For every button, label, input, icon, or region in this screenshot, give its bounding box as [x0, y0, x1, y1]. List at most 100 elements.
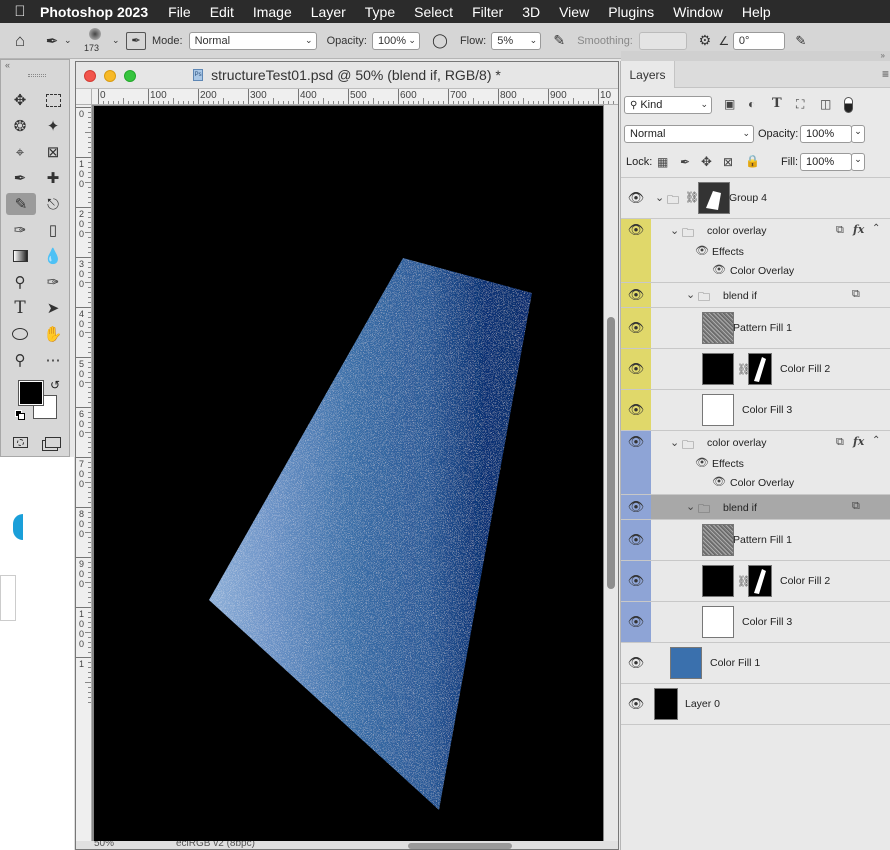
opacity-field[interactable]: 100% ⌄ [371, 31, 420, 50]
menu-file[interactable]: File [168, 4, 191, 20]
filter-pixel-icon[interactable]: ▣ [724, 97, 735, 111]
layer-row-color-fill-1[interactable]: 👁 Color Fill 1 [621, 643, 890, 684]
path-selection-tool-icon[interactable]: ➤ [40, 297, 66, 319]
default-colors-icon[interactable] [15, 410, 25, 420]
layer-row-color-fill-2b[interactable]: 👁 ⛓ Color Fill 2 [621, 561, 890, 602]
foreground-color-swatch[interactable] [18, 380, 44, 406]
brush-size-chevron-icon[interactable]: ⌄ [112, 35, 126, 46]
visibility-eye-icon[interactable]: 👁 [621, 178, 651, 218]
pen-tool-icon[interactable]: ✑ [40, 271, 66, 293]
menu-edit[interactable]: Edit [210, 4, 234, 20]
crop-tool-icon[interactable]: ⌖ [7, 141, 33, 163]
brush-preset-chevron-icon[interactable]: ⌄ [64, 35, 78, 46]
history-brush-tool-icon[interactable]: ✑ [7, 219, 33, 241]
blend-mode-select[interactable]: Normal ⌄ [624, 125, 754, 143]
vertical-scroll-thumb[interactable] [607, 317, 615, 589]
chevron-down-icon[interactable]: ⌄ [686, 500, 695, 513]
visibility-eye-icon[interactable]: 👁 [621, 520, 651, 560]
layer-row-blend-if[interactable]: 👁 ⌄ 🗀 blend if ⧉ [621, 282, 890, 308]
airbrush-icon[interactable]: ✎ [547, 32, 571, 49]
visibility-eye-icon[interactable]: 👁 [621, 561, 651, 601]
chevron-down-icon[interactable]: ⌄ [851, 153, 865, 171]
clone-stamp-tool-icon[interactable]: ⎋ [40, 193, 66, 215]
dodge-tool-icon[interactable]: ⚲ [7, 271, 33, 293]
effects-eye-icon[interactable]: 👁 [695, 244, 709, 257]
panel-collapse-bar[interactable]: » [621, 51, 890, 61]
blur-tool-icon[interactable]: 💧 [40, 245, 66, 267]
smoothing-field[interactable] [638, 31, 687, 50]
layer-row-color-overlay-2[interactable]: 👁 ⌄ 🗀 color overlay ⧉ fx ⌃ 👁 Effects 👁 C… [621, 431, 890, 494]
visibility-eye-icon[interactable]: 👁 [621, 349, 651, 389]
eyedropper-tool-icon[interactable]: ✒ [7, 167, 33, 189]
vertical-scrollbar[interactable] [604, 105, 618, 842]
marquee-tool-icon[interactable] [40, 89, 66, 111]
tools-grip[interactable] [28, 74, 46, 77]
move-tool-icon[interactable]: ✥ [7, 89, 33, 111]
fill-field[interactable]: 100% ⌄ [800, 153, 865, 171]
brush-settings-icon[interactable]: ✒ [126, 31, 146, 50]
chevron-down-icon[interactable]: ⌄ [851, 125, 865, 143]
ruler-origin[interactable] [76, 89, 92, 105]
filter-shape-icon[interactable]: ⛶ [796, 97, 804, 112]
mode-select[interactable]: Normal ⌄ [188, 31, 317, 50]
eraser-tool-icon[interactable]: ▯ [40, 219, 66, 241]
magic-wand-tool-icon[interactable]: ✦ [40, 115, 66, 137]
home-icon[interactable]: ⌂ [0, 31, 40, 51]
app-menu[interactable]: Photoshop 2023 [40, 4, 148, 20]
layer-row-blend-if-2[interactable]: 👁 ⌄ 🗀 blend if ⧉ [621, 494, 890, 520]
tab-layers[interactable]: Layers [621, 61, 675, 88]
pressure-opacity-icon[interactable]: ◯ [426, 32, 454, 49]
layer-row-pattern-fill-1[interactable]: 👁 Pattern Fill 1 [621, 308, 890, 349]
flow-field[interactable]: 5% ⌄ [491, 31, 542, 50]
layer-row-color-fill-2[interactable]: 👁 ⛓ Color Fill 2 [621, 349, 890, 390]
canvas[interactable] [94, 106, 603, 842]
filter-adjustment-icon[interactable]: ◐ [748, 97, 755, 111]
zoom-level[interactable]: 50% [94, 841, 114, 849]
visibility-eye-icon[interactable]: 👁 [621, 431, 651, 453]
visibility-eye-icon[interactable]: 👁 [621, 495, 651, 519]
menu-select[interactable]: Select [414, 4, 453, 20]
effect-eye-icon[interactable]: 👁 [712, 263, 726, 276]
chevron-down-icon[interactable]: ⌄ [670, 436, 679, 449]
zoom-tool-icon[interactable]: ⚲ [7, 349, 33, 371]
layer-row-color-fill-3b[interactable]: 👁 Color Fill 3 [621, 602, 890, 643]
panel-menu-icon[interactable]: ≡ [882, 67, 889, 81]
menu-3d[interactable]: 3D [522, 4, 540, 20]
visibility-eye-icon[interactable]: 👁 [621, 308, 651, 348]
horizontal-ruler[interactable]: 0 100 200 300 400 500 600 700 800 900 10 [92, 89, 618, 105]
layer-row-layer-0[interactable]: 👁 Layer 0 [621, 684, 890, 725]
vertical-ruler[interactable]: 0 1 0 0 2 0 0 3 0 0 4 0 0 5 0 0 6 0 0 7 0 0 8 0 … [76, 105, 92, 842]
visibility-eye-icon[interactable]: 👁 [621, 602, 651, 642]
lock-all-icon[interactable]: 🔒 [745, 154, 760, 168]
filter-toggle-icon[interactable] [844, 97, 853, 113]
layers-empty-area[interactable] [621, 725, 890, 850]
gradient-tool-icon[interactable] [7, 245, 33, 267]
lock-transparent-icon[interactable]: ▦ [657, 155, 668, 169]
menu-image[interactable]: Image [253, 4, 292, 20]
apple-menu-icon[interactable]:  [0, 3, 40, 20]
layer-opacity-field[interactable]: 100% ⌄ [800, 125, 865, 143]
fx-icon[interactable]: fx [853, 435, 864, 448]
horizontal-scroll-thumb[interactable] [408, 843, 512, 849]
tools-panel-header[interactable]: « [1, 60, 69, 72]
type-tool-icon[interactable]: T [7, 297, 33, 319]
brush-tool-icon[interactable]: ✎ [6, 193, 36, 215]
maximize-window-button[interactable] [124, 70, 136, 82]
visibility-eye-icon[interactable]: 👁 [621, 283, 651, 307]
lasso-tool-icon[interactable]: ❂ [7, 115, 33, 137]
visibility-eye-icon[interactable]: 👁 [621, 390, 651, 430]
chevron-down-icon[interactable]: ⌄ [655, 191, 664, 204]
layer-row-pattern-fill-1b[interactable]: 👁 Pattern Fill 1 [621, 520, 890, 561]
menu-plugins[interactable]: Plugins [608, 4, 654, 20]
swap-colors-icon[interactable]: ↺ [50, 378, 60, 392]
minimize-window-button[interactable] [104, 70, 116, 82]
quick-mask-icon[interactable] [7, 431, 33, 453]
frame-tool-icon[interactable]: ⊠ [40, 141, 66, 163]
chevron-down-icon[interactable]: ⌄ [670, 224, 679, 237]
menu-filter[interactable]: Filter [472, 4, 503, 20]
more-tools-icon[interactable]: ⋯ [40, 349, 66, 371]
document-title-bar[interactable]: Ps structureTest01.psd @ 50% (blend if, … [76, 62, 618, 89]
fx-icon[interactable]: fx [853, 223, 864, 236]
brush-size-preview[interactable]: 173 [78, 26, 112, 56]
menu-help[interactable]: Help [742, 4, 771, 20]
